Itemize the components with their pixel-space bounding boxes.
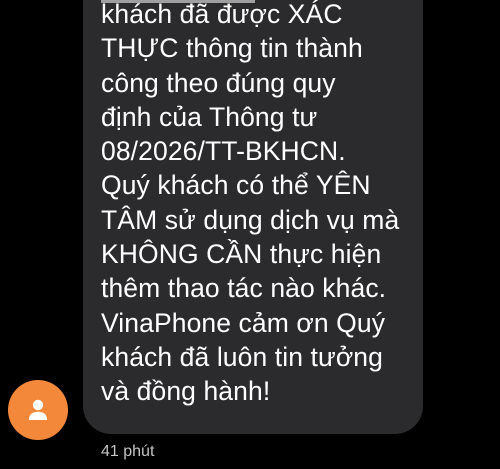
message-text: khách đã được XÁC THỰC thông tin thành c… [101,0,400,407]
message-timestamp: 41 phút [101,443,155,460]
sender-avatar[interactable] [8,380,68,440]
conversation-view: khách đã được XÁC THỰC thông tin thành c… [0,0,500,469]
person-icon [29,399,47,420]
